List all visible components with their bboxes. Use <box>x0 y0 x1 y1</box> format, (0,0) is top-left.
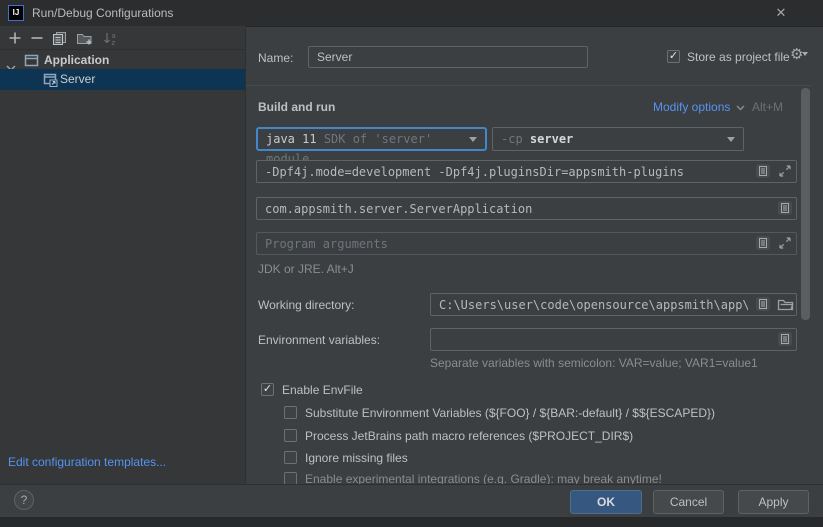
sort-configurations-icon[interactable]: az <box>102 31 118 46</box>
expand-editor-icon[interactable] <box>777 331 793 347</box>
run-configuration-icon <box>43 73 58 94</box>
combo-arrow-icon <box>727 137 735 142</box>
new-folder-icon[interactable] <box>76 31 92 46</box>
check-icon: ✓ <box>263 383 272 395</box>
jdk-combobox[interactable]: java 11 SDK of 'server' module <box>256 127 487 151</box>
tree-group-label: Application <box>44 50 109 70</box>
experimental-integrations-checkbox[interactable] <box>284 472 297 484</box>
close-icon[interactable]: ✕ <box>772 5 790 21</box>
background-strip <box>0 517 823 527</box>
substitute-env-vars-label: Substitute Environment Variables (${FOO}… <box>305 406 715 420</box>
expand-editor-icon[interactable] <box>777 200 793 216</box>
name-label: Name: <box>258 51 293 65</box>
substitute-env-vars-checkbox[interactable] <box>284 406 297 419</box>
modify-options-link[interactable]: Modify options <box>653 100 745 114</box>
browse-folder-icon[interactable] <box>777 298 793 314</box>
store-as-project-file-checkbox[interactable]: ✓ <box>667 50 680 63</box>
jdk-combobox-value: java 11 <box>266 132 317 146</box>
modify-options-shortcut: Alt+M <box>752 100 783 114</box>
program-arguments-input[interactable] <box>256 232 797 255</box>
ignore-missing-files-label: Ignore missing files <box>305 451 408 465</box>
gear-dropdown-arrow <box>802 52 808 56</box>
store-settings-gear-icon[interactable]: ⚙ <box>790 47 808 62</box>
tree-item-server[interactable]: Server <box>0 69 245 90</box>
run-debug-configurations-dialog: IJ Run/Debug Configurations ✕ az Applica… <box>0 0 823 527</box>
classpath-combobox[interactable]: -cp server <box>492 127 744 151</box>
classpath-prefix: -cp <box>501 132 523 146</box>
working-directory-label: Working directory: <box>258 298 354 312</box>
environment-variables-hint: Separate variables with semicolon: VAR=v… <box>430 356 758 370</box>
enable-envfile-label: Enable EnvFile <box>282 383 363 397</box>
intellij-logo-icon: IJ <box>8 5 24 21</box>
expand-editor-icon[interactable] <box>755 163 771 179</box>
ignore-missing-files-checkbox[interactable] <box>284 451 297 464</box>
configurations-sidebar <box>0 26 245 484</box>
cancel-button[interactable]: Cancel <box>653 490 724 514</box>
build-and-run-header: Build and run <box>258 100 335 114</box>
tree-item-label: Server <box>60 69 95 90</box>
apply-button[interactable]: Apply <box>738 490 809 514</box>
store-as-project-file-label: Store as project file <box>687 50 790 64</box>
add-configuration-icon[interactable] <box>8 31 24 46</box>
environment-variables-input[interactable] <box>430 328 797 351</box>
working-directory-input[interactable] <box>430 293 797 316</box>
vm-options-input[interactable] <box>256 160 797 183</box>
remove-configuration-icon[interactable] <box>30 31 46 46</box>
check-icon: ✓ <box>669 50 678 62</box>
combo-arrow-icon <box>469 137 477 142</box>
svg-text:z: z <box>112 39 116 46</box>
tree-group-application[interactable]: Application <box>0 50 245 70</box>
experimental-integrations-row[interactable]: Enable experimental integrations (e.g. G… <box>284 472 804 484</box>
copy-configuration-icon[interactable] <box>52 31 68 46</box>
expand-field-icon[interactable] <box>778 236 794 252</box>
classpath-value: server <box>530 132 573 146</box>
expand-editor-icon[interactable] <box>755 296 771 312</box>
edit-configuration-templates-link[interactable]: Edit configuration templates... <box>8 455 166 469</box>
expand-field-icon[interactable] <box>778 164 794 180</box>
section-divider <box>246 85 812 86</box>
jdk-hint: JDK or JRE. Alt+J <box>258 262 354 276</box>
main-class-input[interactable] <box>256 197 797 220</box>
vertical-scrollbar[interactable] <box>801 88 810 320</box>
environment-variables-label: Environment variables: <box>258 333 380 347</box>
title-bar: IJ Run/Debug Configurations ✕ <box>0 0 823 27</box>
process-path-macro-label: Process JetBrains path macro references … <box>305 429 633 443</box>
enable-envfile-checkbox[interactable]: ✓ <box>261 383 274 396</box>
dialog-title: Run/Debug Configurations <box>32 6 173 20</box>
panel-divider <box>245 26 246 484</box>
ok-button[interactable]: OK <box>570 490 642 514</box>
name-input[interactable] <box>308 46 588 68</box>
help-button[interactable]: ? <box>14 490 34 510</box>
chevron-down-icon <box>736 100 745 114</box>
process-path-macro-checkbox[interactable] <box>284 429 297 442</box>
experimental-integrations-label: Enable experimental integrations (e.g. G… <box>305 472 662 484</box>
expand-editor-icon[interactable] <box>755 235 771 251</box>
